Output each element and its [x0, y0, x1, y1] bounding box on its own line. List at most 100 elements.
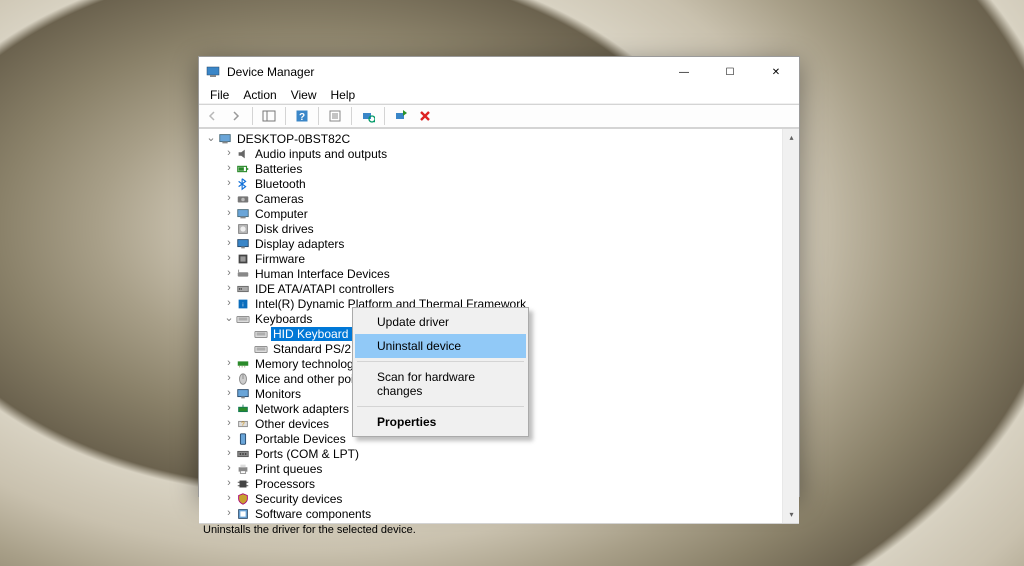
expand-icon[interactable] — [223, 418, 235, 429]
toolbar-separator — [384, 107, 385, 125]
ctx-properties[interactable]: Properties — [355, 410, 526, 434]
toolbar-separator — [318, 107, 319, 125]
expand-icon[interactable] — [223, 298, 235, 309]
expand-icon[interactable] — [223, 208, 235, 219]
tree-item-label: Cameras — [253, 192, 306, 206]
expand-icon[interactable] — [223, 388, 235, 399]
tree-item-security[interactable]: Security devices — [199, 491, 782, 506]
ctx-scan-hardware[interactable]: Scan for hardware changes — [355, 365, 526, 403]
scan-hardware-button[interactable] — [357, 105, 379, 127]
portable-icon — [235, 432, 251, 446]
expand-icon[interactable] — [223, 493, 235, 504]
svg-text:?: ? — [299, 112, 305, 123]
firmware-icon — [235, 252, 251, 266]
scroll-up-icon[interactable]: ▴ — [783, 129, 800, 146]
expand-icon[interactable] — [223, 193, 235, 204]
hid-icon — [235, 267, 251, 281]
tree-item-display[interactable]: Display adapters — [199, 236, 782, 251]
intel-icon: i — [235, 297, 251, 311]
tree-item-camera[interactable]: Cameras — [199, 191, 782, 206]
svg-text:i: i — [242, 302, 243, 308]
menu-file[interactable]: File — [203, 87, 236, 103]
tree-root[interactable]: DESKTOP-0BST82C — [199, 131, 782, 146]
expand-icon[interactable] — [223, 373, 235, 384]
show-hide-tree-button[interactable] — [258, 105, 280, 127]
properties-button[interactable] — [324, 105, 346, 127]
memory-icon — [235, 357, 251, 371]
expand-icon[interactable] — [223, 253, 235, 264]
expand-icon[interactable] — [223, 178, 235, 189]
cpu-icon — [235, 477, 251, 491]
tree-item-disk[interactable]: Disk drives — [199, 221, 782, 236]
tree-item-ide[interactable]: IDE ATA/ATAPI controllers — [199, 281, 782, 296]
menu-view[interactable]: View — [284, 87, 324, 103]
tree-item-label: Print queues — [253, 462, 324, 476]
ctx-update-driver[interactable]: Update driver — [355, 310, 526, 334]
ide-icon — [235, 282, 251, 296]
expand-icon[interactable] — [223, 448, 235, 459]
minimize-button[interactable]: — — [661, 57, 707, 87]
toolbar-separator — [252, 107, 253, 125]
tree-item-label: Portable Devices — [253, 432, 348, 446]
back-button[interactable] — [201, 105, 223, 127]
monitor-icon — [235, 387, 251, 401]
expand-icon[interactable] — [223, 268, 235, 279]
help-button[interactable]: ? — [291, 105, 313, 127]
tree-item-label: Bluetooth — [253, 177, 308, 191]
tree-item-firmware[interactable]: Firmware — [199, 251, 782, 266]
tree-item-bluetooth[interactable]: Bluetooth — [199, 176, 782, 191]
tree-item-computer[interactable]: Computer — [199, 206, 782, 221]
expand-icon[interactable] — [223, 283, 235, 294]
context-menu: Update driver Uninstall device Scan for … — [352, 307, 529, 437]
printer-icon — [235, 462, 251, 476]
ctx-separator — [357, 406, 524, 407]
other-icon: ? — [235, 417, 251, 431]
computer-icon — [217, 132, 233, 146]
toolbar-separator — [285, 107, 286, 125]
menu-help[interactable]: Help — [324, 87, 363, 103]
tree-item-label: Display adapters — [253, 237, 346, 251]
forward-button[interactable] — [225, 105, 247, 127]
tree-item-label: Ports (COM & LPT) — [253, 447, 361, 461]
tree-item-battery[interactable]: Batteries — [199, 161, 782, 176]
menu-action[interactable]: Action — [236, 87, 283, 103]
toolbar: ? — [199, 104, 799, 128]
expand-icon[interactable] — [223, 223, 235, 234]
toolbar-separator — [351, 107, 352, 125]
collapse-icon[interactable] — [223, 313, 235, 324]
maximize-button[interactable]: ☐ — [707, 57, 753, 87]
enable-device-button[interactable] — [390, 105, 412, 127]
expand-icon[interactable] — [223, 403, 235, 414]
computer-icon — [235, 207, 251, 221]
expand-icon[interactable] — [223, 148, 235, 159]
expand-icon[interactable] — [223, 508, 235, 519]
collapse-icon[interactable] — [205, 133, 217, 144]
expand-icon[interactable] — [223, 238, 235, 249]
keyboard-icon — [253, 342, 269, 356]
keyboard-icon — [253, 327, 269, 341]
menubar: File Action View Help — [199, 87, 799, 104]
expand-icon[interactable] — [223, 478, 235, 489]
tree-item-printer[interactable]: Print queues — [199, 461, 782, 476]
vertical-scrollbar[interactable]: ▴ ▾ — [782, 129, 799, 523]
tree-item-cpu[interactable]: Processors — [199, 476, 782, 491]
tree-item-audio[interactable]: Audio inputs and outputs — [199, 146, 782, 161]
expand-icon[interactable] — [223, 433, 235, 444]
software-icon — [235, 507, 251, 521]
uninstall-device-button[interactable] — [414, 105, 436, 127]
close-button[interactable]: ✕ — [753, 57, 799, 87]
tree-item-label: Batteries — [253, 162, 304, 176]
scroll-down-icon[interactable]: ▾ — [783, 506, 800, 523]
window-title: Device Manager — [227, 65, 661, 79]
ctx-uninstall-device[interactable]: Uninstall device — [355, 334, 526, 358]
tree-item-hid[interactable]: Human Interface Devices — [199, 266, 782, 281]
tree-item-label: Processors — [253, 477, 317, 491]
expand-icon[interactable] — [223, 163, 235, 174]
tree-item-port[interactable]: Ports (COM & LPT) — [199, 446, 782, 461]
tree-item-label: Computer — [253, 207, 310, 221]
expand-icon[interactable] — [223, 358, 235, 369]
expand-icon[interactable] — [223, 463, 235, 474]
tree-item-software[interactable]: Software components — [199, 506, 782, 521]
ctx-separator — [357, 361, 524, 362]
titlebar[interactable]: Device Manager — ☐ ✕ — [199, 57, 799, 87]
